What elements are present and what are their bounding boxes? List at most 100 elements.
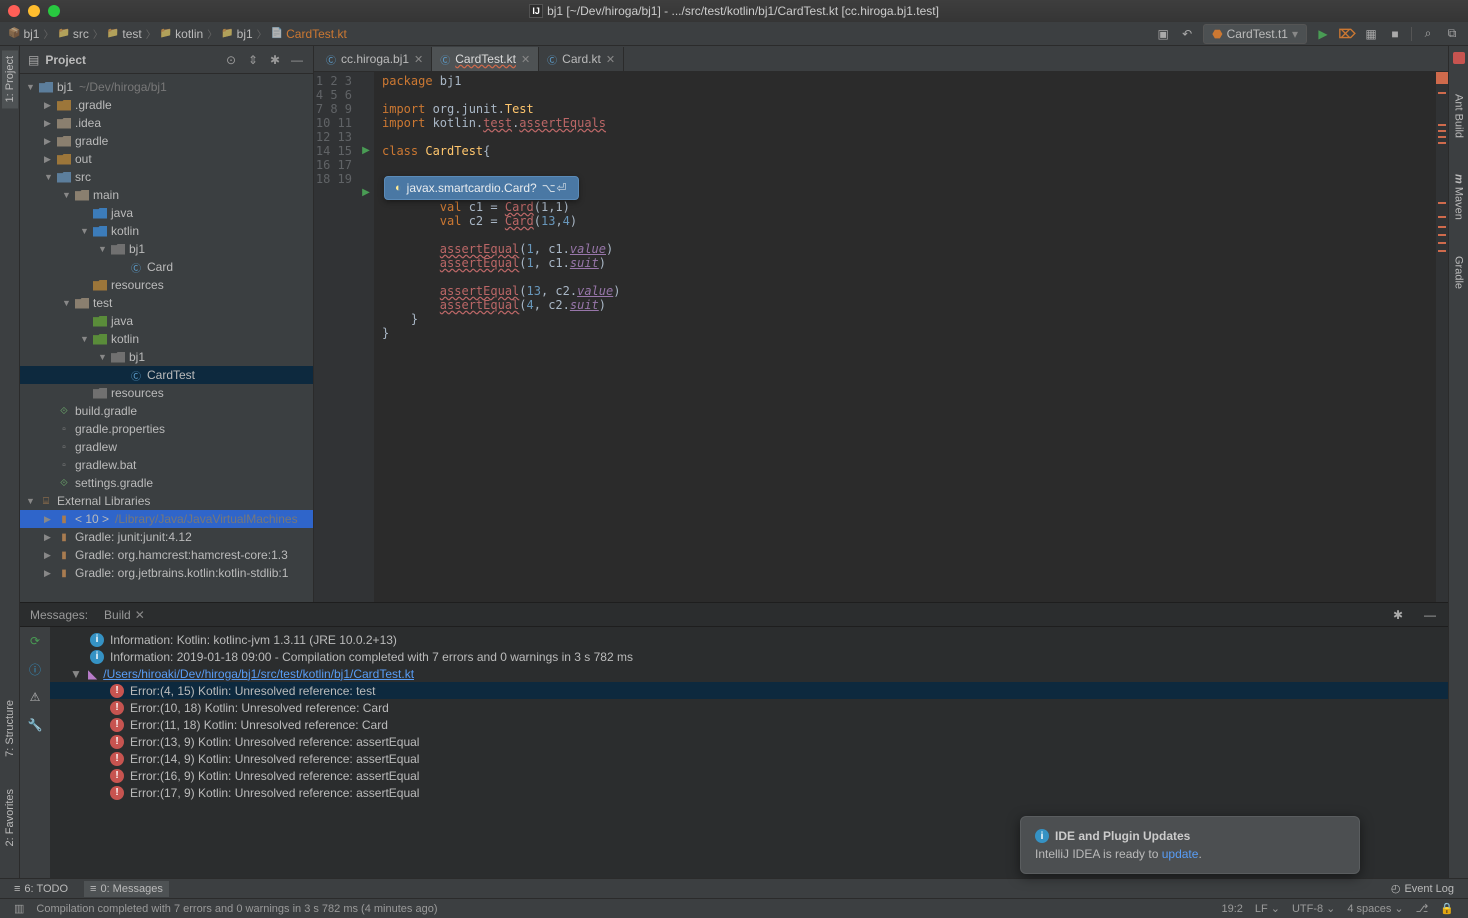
coverage-button[interactable]: ▦: [1363, 26, 1379, 42]
line-separator[interactable]: LF ⌄: [1249, 902, 1286, 915]
tree-row[interactable]: java: [20, 312, 313, 330]
error-stripe[interactable]: [1436, 72, 1448, 602]
breadcrumb-item[interactable]: 📄CardTest.kt: [271, 27, 347, 41]
readonly-lock[interactable]: 🔒: [1434, 902, 1460, 915]
favorites-tool-tab[interactable]: 2: Favorites: [2, 783, 18, 852]
git-branch[interactable]: ⎇: [1410, 902, 1435, 915]
close-window-button[interactable]: [8, 5, 20, 17]
message-row[interactable]: !Error:(14, 9) Kotlin: Unresolved refere…: [50, 750, 1448, 767]
update-link[interactable]: update: [1162, 847, 1199, 861]
editor-tab[interactable]: Ⓒcc.hiroga.bj1✕: [318, 47, 432, 71]
analysis-indicator[interactable]: [1453, 52, 1465, 64]
intention-hint-popup[interactable]: ◐ javax.smartcardio.Card? ⌥⏎: [384, 176, 579, 200]
tree-row[interactable]: ▶gradle: [20, 132, 313, 150]
gradle-tab[interactable]: Gradle: [1451, 250, 1467, 295]
run-button[interactable]: ▶: [1315, 26, 1331, 42]
update-notification-balloon[interactable]: iIDE and Plugin Updates IntelliJ IDEA is…: [1020, 816, 1360, 874]
message-row[interactable]: iInformation: 2019-01-18 09:00 - Compila…: [50, 648, 1448, 665]
structure-popup-icon[interactable]: ⧉: [1444, 26, 1460, 42]
breadcrumb-item[interactable]: 📁src: [57, 27, 88, 41]
message-row[interactable]: !Error:(16, 9) Kotlin: Unresolved refere…: [50, 767, 1448, 784]
tree-row[interactable]: ▼src: [20, 168, 313, 186]
warning-filter-icon[interactable]: ⚠: [27, 689, 43, 705]
minimize-window-button[interactable]: [28, 5, 40, 17]
nav-back-icon[interactable]: ↶: [1179, 26, 1195, 42]
tree-row[interactable]: ⟐settings.gradle: [20, 474, 313, 492]
tree-row[interactable]: ▼⌸External Libraries: [20, 492, 313, 510]
gear-icon[interactable]: ✱: [267, 53, 283, 67]
code-area[interactable]: package bj1 import org.junit.Test import…: [374, 72, 1436, 602]
search-everywhere-icon[interactable]: ⌕: [1420, 26, 1436, 42]
editor-body[interactable]: 1 2 3 4 5 6 7 8 9 10 11 12 13 14 15 16 1…: [314, 72, 1448, 602]
message-row[interactable]: ▼◣/Users/hiroaki/Dev/hiroga/bj1/src/test…: [50, 665, 1448, 682]
tree-row[interactable]: ▶out: [20, 150, 313, 168]
tree-row[interactable]: ▶.idea: [20, 114, 313, 132]
tree-row[interactable]: ▼kotlin: [20, 222, 313, 240]
build-tab-label[interactable]: Build ✕: [104, 608, 145, 622]
indent-setting[interactable]: 4 spaces ⌄: [1341, 902, 1409, 915]
tree-row[interactable]: ▫gradle.properties: [20, 420, 313, 438]
tree-row[interactable]: ▼bj1: [20, 240, 313, 258]
tool-window-quick-access[interactable]: ▥: [8, 902, 30, 915]
breadcrumb-item[interactable]: 📁kotlin: [160, 27, 203, 41]
caret-position[interactable]: 19:2: [1215, 903, 1248, 915]
tree-row[interactable]: resources: [20, 276, 313, 294]
message-row[interactable]: !Error:(11, 18) Kotlin: Unresolved refer…: [50, 716, 1448, 733]
hide-panel-icon[interactable]: —: [289, 53, 305, 67]
debug-button[interactable]: ⌦: [1339, 26, 1355, 42]
event-log-tab[interactable]: ◴ Event Log: [1385, 880, 1460, 897]
editor-tab[interactable]: ⒸCard.kt✕: [539, 47, 624, 71]
collapse-icon[interactable]: ⇕: [245, 53, 261, 67]
wrench-icon[interactable]: 🔧: [27, 717, 43, 733]
message-row[interactable]: !Error:(17, 9) Kotlin: Unresolved refere…: [50, 784, 1448, 801]
layout-icon[interactable]: ▣: [1155, 26, 1171, 42]
tree-row[interactable]: ⒸCard: [20, 258, 313, 276]
info-filter-icon[interactable]: ⓘ: [27, 661, 43, 677]
todo-tab[interactable]: ≡ 6: TODO: [8, 881, 74, 897]
messages-gear-icon[interactable]: ✱: [1390, 607, 1406, 623]
messages-hide-icon[interactable]: —: [1422, 607, 1438, 623]
tree-row[interactable]: ⒸCardTest: [20, 366, 313, 384]
tree-row[interactable]: ▼main: [20, 186, 313, 204]
tree-row[interactable]: ▶.gradle: [20, 96, 313, 114]
tree-row[interactable]: ▶▮< 10 >/Library/Java/JavaVirtualMachine…: [20, 510, 313, 528]
project-tree[interactable]: ▼bj1~/Dev/hiroga/bj1▶.gradle▶.idea▶gradl…: [20, 74, 313, 602]
close-tab-icon[interactable]: ✕: [521, 53, 530, 66]
tree-row[interactable]: resources: [20, 384, 313, 402]
structure-tool-tab[interactable]: 7: Structure: [2, 694, 18, 763]
tree-row[interactable]: ▶▮Gradle: org.jetbrains.kotlin:kotlin-st…: [20, 564, 313, 582]
run-gutter[interactable]: ▶▶: [358, 72, 374, 602]
breadcrumb-item[interactable]: 📁test: [107, 27, 142, 41]
maven-tab[interactable]: m Maven: [1451, 168, 1467, 226]
messages-bottom-tab[interactable]: ≡ 0: Messages: [84, 881, 169, 897]
tree-row[interactable]: ▫gradlew: [20, 438, 313, 456]
tree-row[interactable]: ▼kotlin: [20, 330, 313, 348]
message-row[interactable]: !Error:(13, 9) Kotlin: Unresolved refere…: [50, 733, 1448, 750]
message-row[interactable]: iInformation: Kotlin: kotlinc-jvm 1.3.11…: [50, 631, 1448, 648]
maximize-window-button[interactable]: [48, 5, 60, 17]
tree-row[interactable]: ▫gradlew.bat: [20, 456, 313, 474]
tree-row[interactable]: ▼test: [20, 294, 313, 312]
breadcrumb-item[interactable]: 📦bj1: [8, 27, 39, 41]
tree-row[interactable]: ▶▮Gradle: junit:junit:4.12: [20, 528, 313, 546]
tree-row[interactable]: java: [20, 204, 313, 222]
tree-row[interactable]: ▼bj1~/Dev/hiroga/bj1: [20, 78, 313, 96]
file-encoding[interactable]: UTF-8 ⌄: [1286, 902, 1341, 915]
project-tool-tab[interactable]: 1: Project: [2, 50, 18, 108]
stop-button[interactable]: ■: [1387, 26, 1403, 42]
tree-row[interactable]: ▶▮Gradle: org.hamcrest:hamcrest-core:1.3: [20, 546, 313, 564]
ant-build-tab[interactable]: Ant Build: [1451, 88, 1467, 144]
message-row[interactable]: !Error:(4, 15) Kotlin: Unresolved refere…: [50, 682, 1448, 699]
run-config-label: CardTest.t1: [1227, 27, 1288, 41]
editor-tab[interactable]: ⒸCardTest.kt✕: [432, 47, 539, 71]
message-row[interactable]: !Error:(10, 18) Kotlin: Unresolved refer…: [50, 699, 1448, 716]
run-config-selector[interactable]: ⬣ CardTest.t1 ▾: [1203, 24, 1307, 44]
messages-tab-label[interactable]: Messages:: [30, 608, 88, 622]
close-tab-icon[interactable]: ✕: [414, 53, 423, 66]
rerun-icon[interactable]: ⟳: [27, 633, 43, 649]
autoscroll-icon[interactable]: ⊙: [223, 53, 239, 67]
close-tab-icon[interactable]: ✕: [606, 53, 615, 66]
tree-row[interactable]: ⟐build.gradle: [20, 402, 313, 420]
tree-row[interactable]: ▼bj1: [20, 348, 313, 366]
breadcrumb-item[interactable]: 📁bj1: [221, 27, 252, 41]
